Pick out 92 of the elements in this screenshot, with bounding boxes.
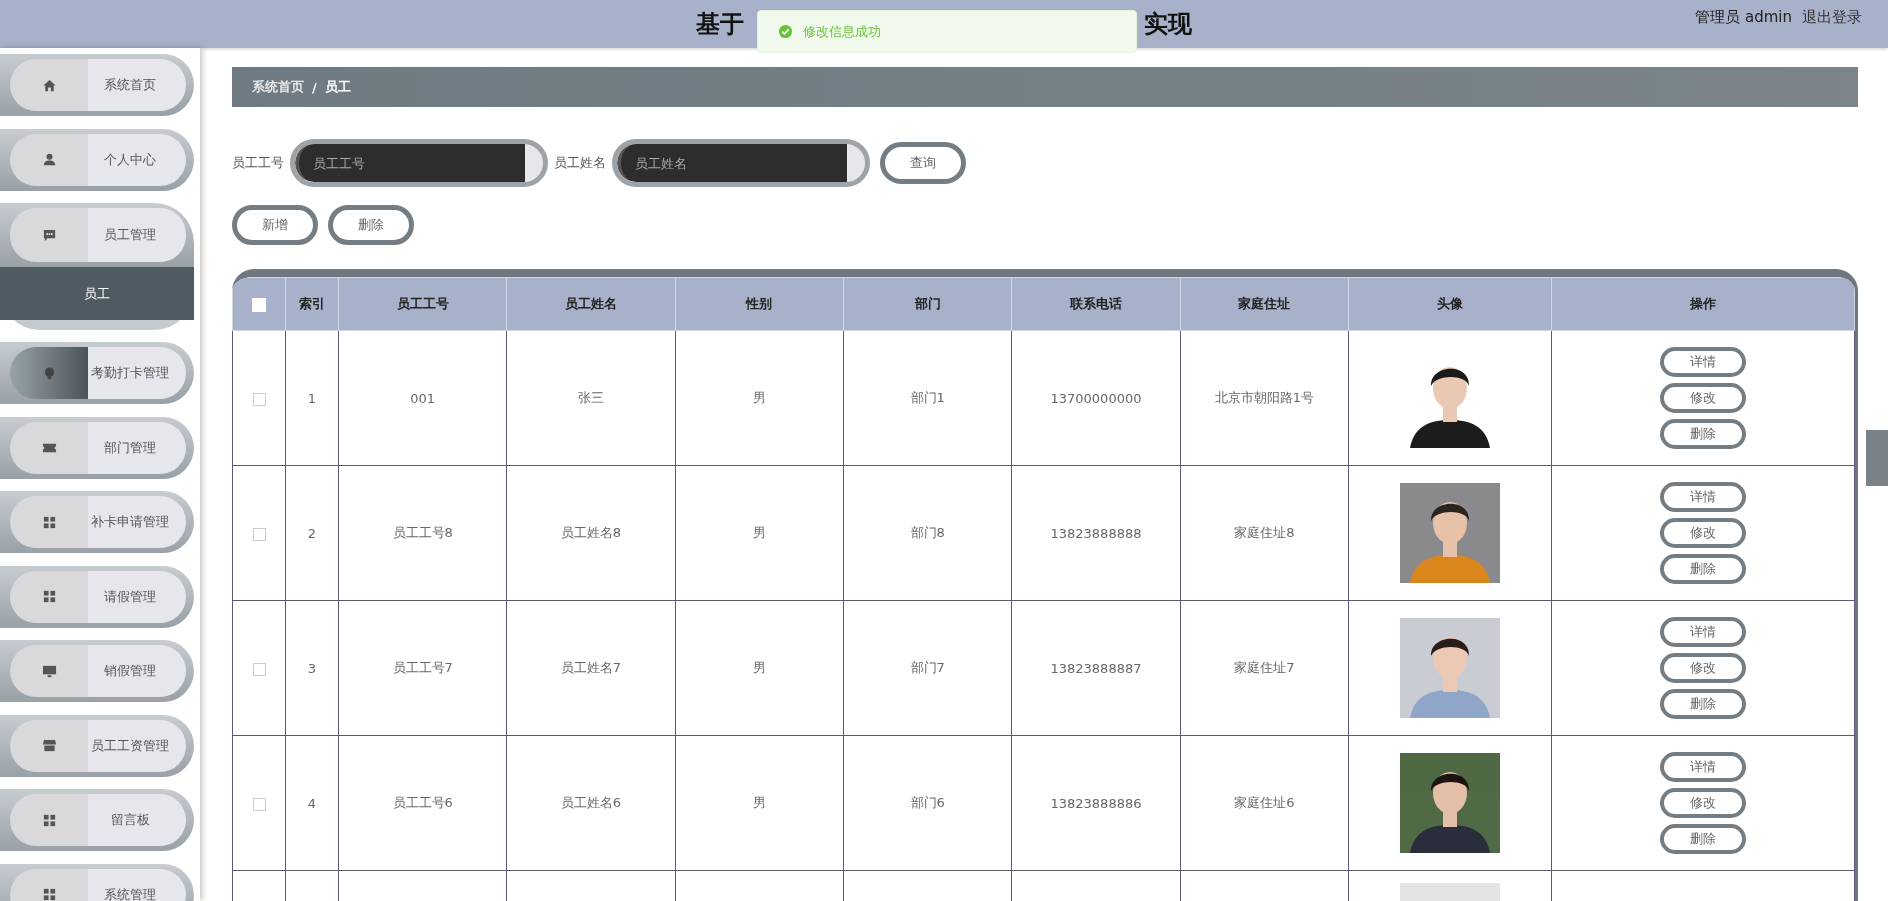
table-cell: 部门6 <box>843 735 1012 871</box>
table-cell: 员工姓名6 <box>506 735 676 871</box>
column-header: 部门 <box>843 277 1012 331</box>
user-icon <box>41 152 57 167</box>
table-cell: 2 <box>285 465 339 601</box>
column-header: 操作 <box>1551 277 1855 331</box>
store-icon <box>41 738 57 753</box>
table-cell: 员工工号7 <box>338 600 507 736</box>
menu-item[interactable]: 系统管理 <box>0 863 194 901</box>
logout-link[interactable]: 退出登录 <box>1802 8 1862 27</box>
table-cell: 员工工号8 <box>338 465 507 601</box>
menu-item[interactable]: 销假管理 <box>0 640 194 702</box>
breadcrumb-link[interactable]: 系统首页 <box>252 78 304 96</box>
table-cell: 员工姓名8 <box>506 465 676 601</box>
grid-icon <box>41 514 57 530</box>
table-cell: 13823888886 <box>1011 735 1181 871</box>
edit-button[interactable]: 修改 <box>1660 518 1746 548</box>
grid-icon <box>41 812 57 828</box>
monitor-icon <box>41 663 57 679</box>
delete-button[interactable]: 删除 <box>1660 689 1746 719</box>
edit-button[interactable]: 修改 <box>1660 653 1746 683</box>
column-header: 索引 <box>285 277 339 331</box>
details-button[interactable]: 详情 <box>1660 347 1746 377</box>
table-cell: 4 <box>285 735 339 871</box>
user-label: 管理员 admin <box>1695 8 1792 27</box>
home-icon <box>41 77 57 93</box>
row-checkbox[interactable] <box>252 527 266 541</box>
field-label: 员工姓名 <box>554 154 606 172</box>
details-button[interactable]: 详情 <box>1660 752 1746 782</box>
table-cell: 男 <box>675 600 844 736</box>
table-cell: 男 <box>675 735 844 871</box>
row-checkbox[interactable] <box>252 662 266 676</box>
field-label: 员工工号 <box>232 154 284 172</box>
row-checkbox[interactable] <box>252 797 266 811</box>
table-cell: 家庭住址6 <box>1180 735 1349 871</box>
table-cell: 部门8 <box>843 465 1012 601</box>
table-cell: 部门1 <box>843 330 1012 466</box>
menu-item[interactable]: 个人中心 <box>0 128 194 191</box>
table-cell: 3 <box>285 600 339 736</box>
table-cell: 员工工号6 <box>338 735 507 871</box>
table-cell: 13700000000 <box>1011 330 1181 466</box>
menu-item[interactable]: 员工工资管理 <box>0 714 194 777</box>
column-header: 员工姓名 <box>506 277 676 331</box>
column-header: 性别 <box>675 277 844 331</box>
column-header: 员工工号 <box>338 277 507 331</box>
chat-icon <box>41 227 57 243</box>
breadcrumb-current: 员工 <box>324 78 351 96</box>
side-tab[interactable] <box>1866 430 1888 486</box>
grid-icon <box>41 887 57 901</box>
table-cell: 1 <box>285 330 339 466</box>
table-cell: 13823888887 <box>1011 600 1181 736</box>
table-cell: 家庭住址7 <box>1180 600 1349 736</box>
menu-item[interactable]: 留言板 <box>0 789 194 851</box>
menu-item[interactable]: 请假管理 <box>0 565 194 628</box>
menu-item[interactable]: 部门管理 <box>0 416 194 479</box>
site-title: 实现 <box>1144 9 1192 40</box>
site-title: 基于 <box>696 9 744 40</box>
menu-item[interactable]: 员工管理 <box>0 203 194 267</box>
grid-icon <box>41 589 57 604</box>
delete-button[interactable]: 删除 <box>1660 824 1746 854</box>
table-cell: 张三 <box>506 330 676 466</box>
column-header: 家庭住址 <box>1180 277 1349 331</box>
delete-button[interactable]: 删除 <box>328 205 414 245</box>
edit-button[interactable]: 修改 <box>1660 383 1746 413</box>
table-cell: 001 <box>338 330 507 466</box>
select-all-checkbox[interactable] <box>252 297 266 312</box>
details-button[interactable]: 详情 <box>1660 482 1746 512</box>
details-button[interactable]: 详情 <box>1660 617 1746 647</box>
table-cell: 部门7 <box>843 600 1012 736</box>
search-field[interactable]: 员工姓名 <box>612 139 870 187</box>
edit-button[interactable]: 修改 <box>1660 788 1746 818</box>
menu-item[interactable]: 系统首页 <box>0 54 194 116</box>
delete-button[interactable]: 删除 <box>1660 554 1746 584</box>
table-cell: 北京市朝阳路1号 <box>1180 330 1349 466</box>
submenu-item[interactable]: 员工 <box>0 267 194 320</box>
column-header: 头像 <box>1348 277 1552 331</box>
column-header: 联系电话 <box>1011 277 1181 331</box>
search-field[interactable]: 员工工号 <box>290 139 548 187</box>
check-circle-icon <box>778 24 793 39</box>
menu-item[interactable]: 补卡申请管理 <box>0 491 194 553</box>
add-button[interactable]: 新增 <box>232 205 318 245</box>
delete-button[interactable]: 删除 <box>1660 419 1746 449</box>
table-cell: 员工姓名7 <box>506 600 676 736</box>
table-cell: 13823888888 <box>1011 465 1181 601</box>
search-button[interactable]: 查询 <box>880 142 966 184</box>
menu-item[interactable]: 考勤打卡管理 <box>0 342 194 404</box>
table-cell: 男 <box>675 465 844 601</box>
toast-message: 修改信息成功 <box>803 22 881 41</box>
breadcrumb-separator: / <box>312 79 317 95</box>
table-cell: 家庭住址8 <box>1180 465 1349 601</box>
table-cell: 男 <box>675 330 844 466</box>
row-checkbox[interactable] <box>252 392 266 406</box>
